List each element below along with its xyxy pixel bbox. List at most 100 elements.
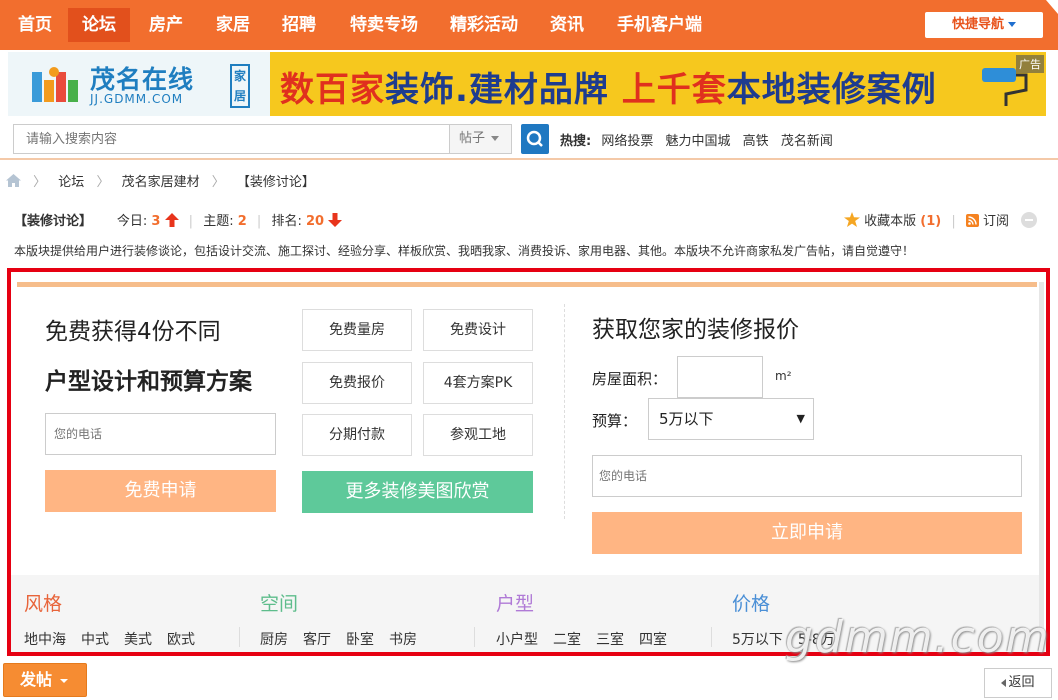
option-visit-site[interactable]: 参观工地 [423,414,533,456]
home-icon[interactable] [6,174,21,187]
nav-item-forum[interactable]: 论坛 [68,8,130,42]
category-divider [474,627,475,647]
back-arrow-icon [1001,678,1007,687]
category-items-layout: 小户型 二室 三室 四室 [496,629,682,649]
category-link[interactable]: 美式 [124,632,152,648]
forum-actions: 收藏本版 (1) | 订阅 [844,210,1009,229]
back-button[interactable]: 返回 [984,668,1052,698]
category-items-space: 厨房 客厅 卧室 书房 [260,629,432,649]
category-link[interactable]: 卧室 [346,632,374,648]
category-link[interactable]: 欧式 [167,632,195,648]
slogan-part-4: 本地装修案例 [726,70,937,110]
category-title-style[interactable]: 风格 [24,589,62,616]
free-apply-button[interactable]: 免费申请 [45,470,276,512]
area-label: 房屋面积： [592,370,668,388]
divider: | [188,214,194,229]
logo-m-icon [32,67,78,102]
rank-value: 20 [305,214,325,229]
category-title-layout[interactable]: 户型 [496,589,534,616]
hot-search-link[interactable]: 茂名新闻 [781,134,833,149]
divider: | [256,214,262,229]
category-link[interactable]: 厨房 [260,632,288,648]
option-free-measure[interactable]: 免费量房 [302,309,412,351]
search-input[interactable] [13,124,449,154]
apply-now-button[interactable]: 立即申请 [592,512,1022,554]
chevron-down-icon [60,678,69,683]
hot-search-link[interactable]: 魅力中国城 [666,134,731,149]
promo-left-title: 免费获得4份不同 [45,319,221,345]
category-link[interactable]: 中式 [81,632,109,648]
category-link[interactable]: 小户型 [496,632,538,648]
breadcrumb-current: 【装修讨论】 [236,175,315,190]
today-label: 今日: [116,214,148,229]
arrow-up-icon [164,213,179,227]
promo-left-subtitle: 户型设计和预算方案 [45,369,252,395]
nav-item-special-sale[interactable]: 特卖专场 [336,8,432,42]
topics-count: 2 [237,214,247,229]
nav-item-mobile-client[interactable]: 手机客户端 [603,8,716,42]
category-link[interactable]: 地中海 [24,632,66,648]
category-link[interactable]: 三室 [596,632,624,648]
nav-item-jobs[interactable]: 招聘 [268,8,330,42]
star-icon [844,212,860,227]
budget-select[interactable]: 5万以下 ▼ [648,398,814,440]
subscribe-label: 订阅 [983,214,1010,229]
option-free-design[interactable]: 免费设计 [423,309,533,351]
option-installment[interactable]: 分期付款 [302,414,412,456]
nav-item-home-decor[interactable]: 家居 [202,8,264,42]
nav-item-news[interactable]: 资讯 [536,8,598,42]
area-input[interactable] [677,356,763,398]
more-gallery-button[interactable]: 更多装修美图欣赏 [302,471,533,513]
category-link[interactable]: 四室 [639,632,667,648]
new-post-button[interactable]: 发帖 [3,663,87,697]
category-link[interactable]: 客厅 [303,632,331,648]
category-link[interactable]: 5万以下 [732,632,783,648]
ad-banner[interactable]: 茂名在线 JJ.GDMM.COM 家居 数百家装饰.建材品牌 上千套本地装修案例… [8,52,1046,116]
nav-item-events[interactable]: 精彩活动 [436,8,532,42]
right-phone-input[interactable] [592,455,1022,497]
forum-description: 本版块提供给用户进行装修谈论，包括设计交流、施工探讨、经验分享、样板欣赏、我晒我… [14,244,915,258]
breadcrumb-board-group[interactable]: 茂名家居建材 [122,175,200,190]
slogan-part-2: 装饰.建材品牌 [385,70,622,110]
option-free-quote[interactable]: 免费报价 [302,362,412,404]
category-title-price[interactable]: 价格 [732,589,770,616]
chevron-right-icon: 〉 [211,175,225,190]
subscribe-button[interactable]: 订阅 [965,214,1010,229]
quote-title: 获取您家的装修报价 [592,317,799,343]
slogan-part-3: 上千套 [621,70,727,110]
rss-icon [965,214,979,227]
chevron-down-icon [1008,22,1016,27]
nav-item-home[interactable]: 首页 [4,8,66,42]
quick-nav-dropdown[interactable]: 快捷导航 [925,12,1043,38]
logo-domain: JJ.GDMM.COM [90,92,184,106]
dropdown-arrow-icon: ▼ [796,412,805,425]
search-icon [526,130,543,147]
logo-tag: 家居 [230,64,250,108]
hot-search-label: 热搜: [560,134,592,149]
scrollbar[interactable] [1039,282,1044,642]
breadcrumb: 〉 论坛 〉 茂名家居建材 〉 【装修讨论】 [6,171,315,190]
chevron-down-icon [491,136,500,141]
banner-slogan: 数百家装饰.建材品牌 上千套本地装修案例 [280,62,937,111]
category-link[interactable]: 二室 [553,632,581,648]
breadcrumb-forum[interactable]: 论坛 [58,175,84,190]
category-title-space[interactable]: 空间 [260,589,298,616]
quick-nav-label: 快捷导航 [951,17,1004,32]
search-button[interactable] [521,124,549,154]
budget-label: 预算： [592,412,638,430]
hot-search-link[interactable]: 网络投票 [601,134,653,149]
divider: | [951,214,956,229]
collapse-icon[interactable] [1021,212,1037,228]
forum-title: 【装修讨论】 [14,214,93,229]
hot-search-link[interactable]: 高铁 [743,134,769,149]
favorite-button[interactable]: 收藏本版 (1) [844,212,945,229]
option-4-plans-pk[interactable]: 4套方案PK [423,362,533,404]
search-scope-select[interactable]: 帖子 [449,124,512,154]
nav-item-property[interactable]: 房产 [135,8,197,42]
corner-fold-icon [1046,0,1058,14]
left-phone-input[interactable] [45,413,276,455]
category-link[interactable]: 书房 [389,632,417,648]
favorite-count: (1) [920,214,942,229]
promo-top-bar [17,282,1037,287]
ad-tag: 广告 [1016,55,1044,73]
